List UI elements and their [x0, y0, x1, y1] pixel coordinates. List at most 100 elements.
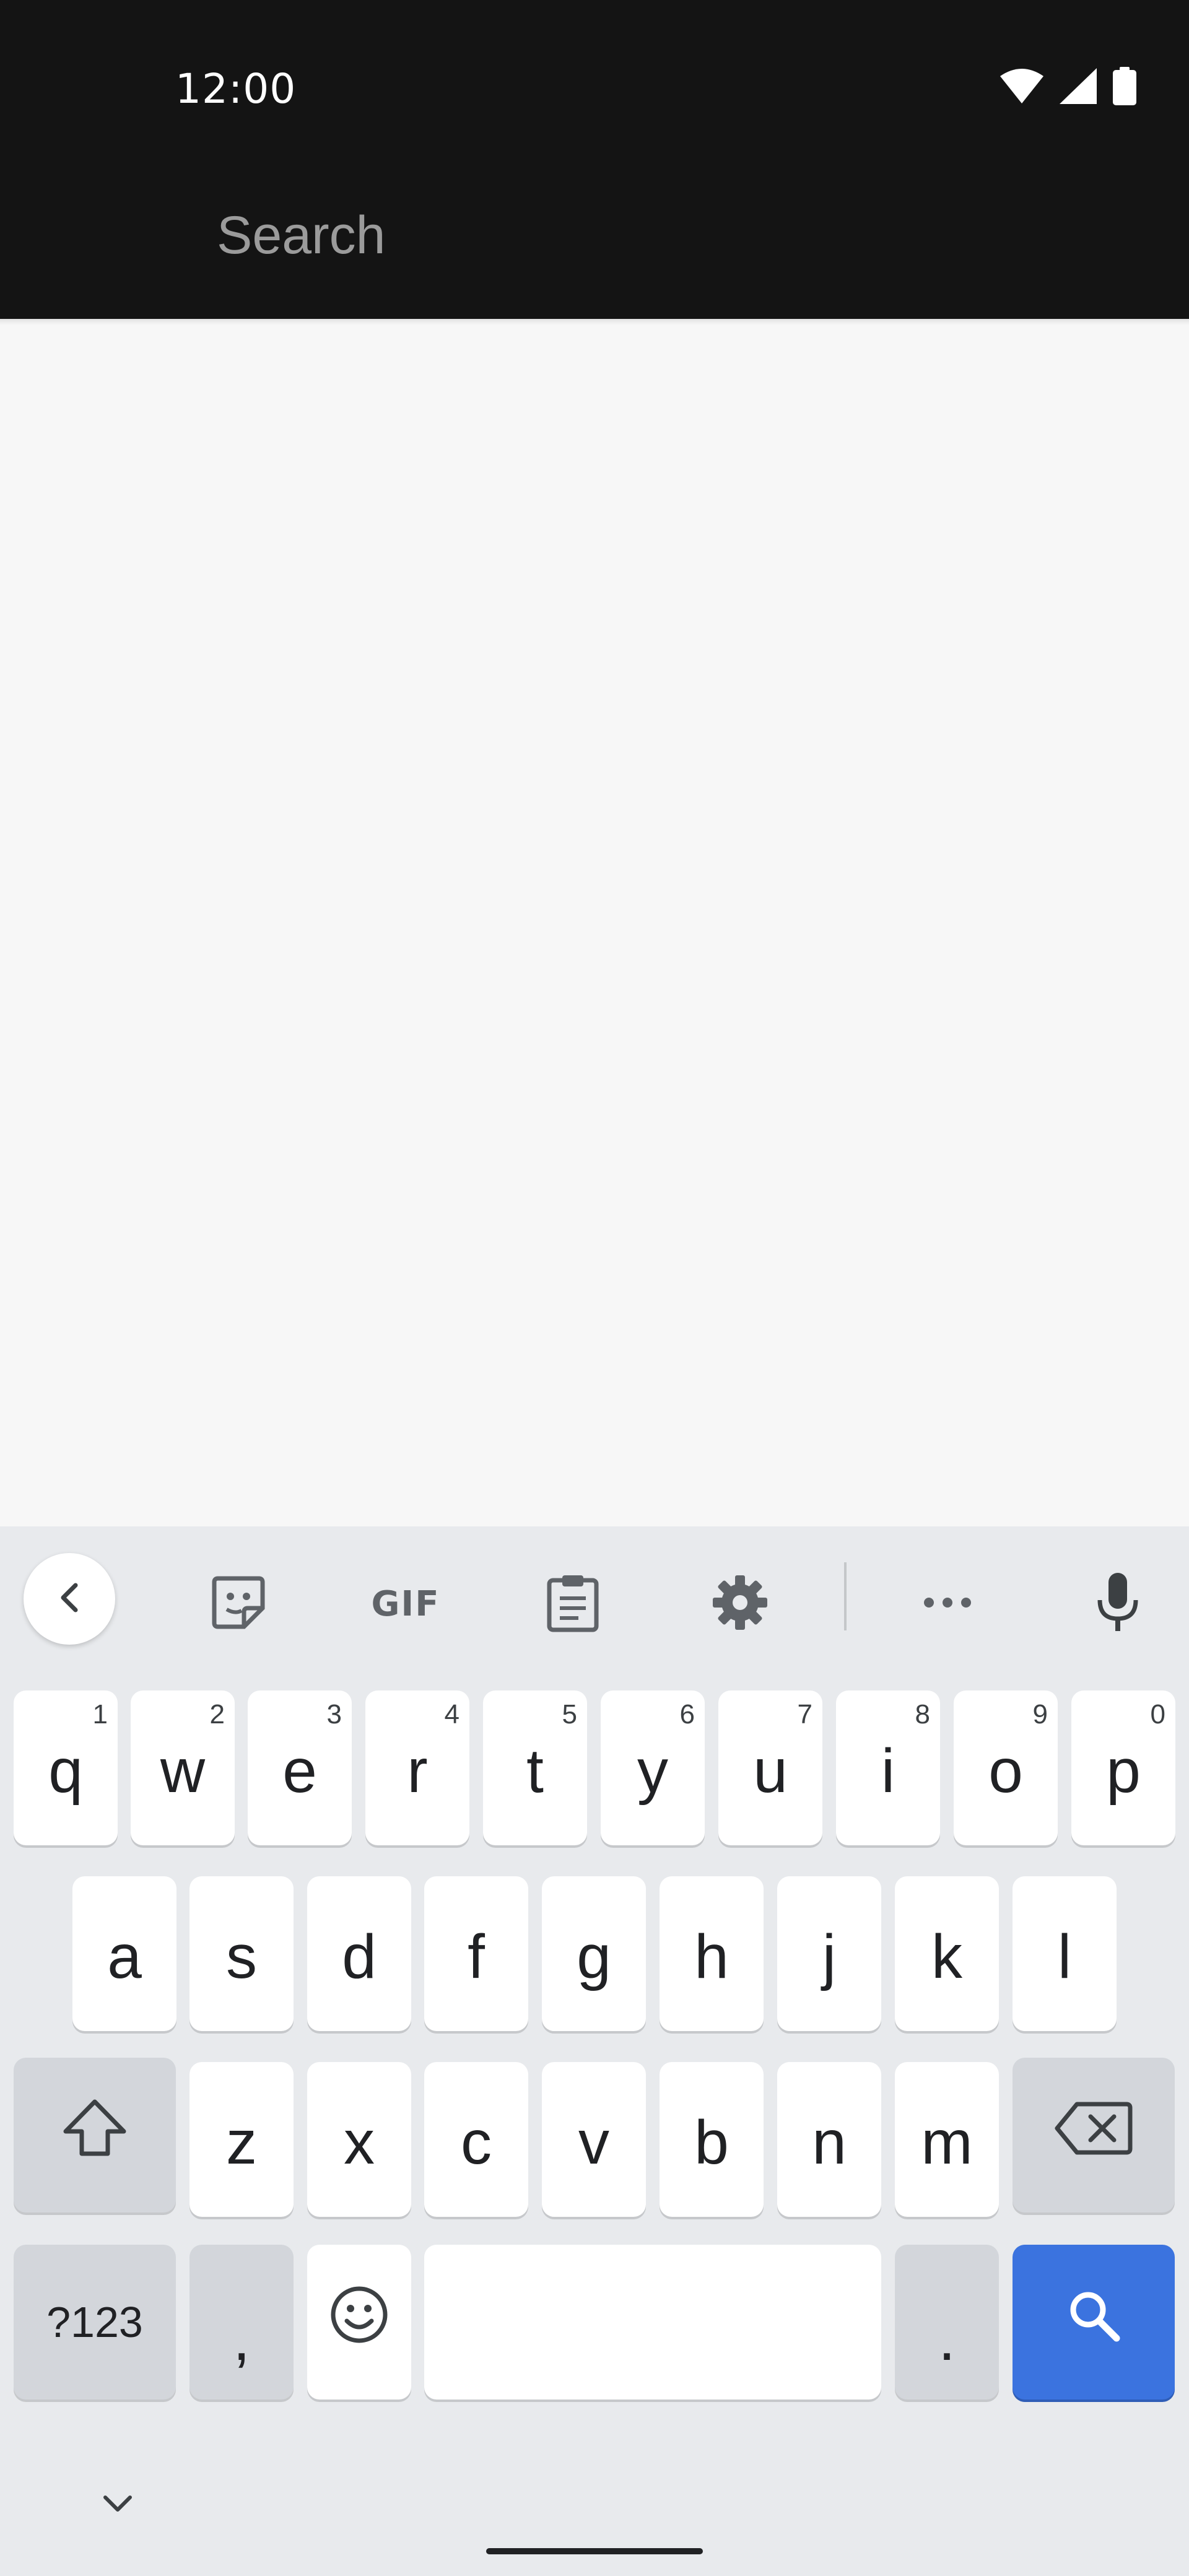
key-c[interactable]: c — [424, 2062, 528, 2217]
key-label: x — [344, 2107, 375, 2177]
key-h[interactable]: h — [660, 1876, 764, 2031]
key-e[interactable]: 3e — [248, 1690, 352, 1845]
key-label: z — [226, 2107, 257, 2177]
key-label: p — [1106, 1736, 1141, 1806]
status-time: 12:00 — [175, 65, 297, 113]
key-r[interactable]: 4r — [365, 1690, 469, 1845]
backspace-key[interactable] — [1013, 2058, 1175, 2213]
key-label: u — [753, 1736, 788, 1806]
key-label: q — [48, 1736, 83, 1806]
key-x[interactable]: x — [307, 2062, 411, 2217]
app-bar: 12:00 — [0, 0, 1189, 319]
key-label: g — [577, 1921, 611, 1991]
key-a[interactable]: a — [72, 1876, 176, 2031]
key-hint: 9 — [1032, 1699, 1048, 1730]
search-icon — [1066, 2287, 1121, 2358]
key-o[interactable]: 9o — [954, 1690, 1058, 1845]
key-hint: 1 — [92, 1699, 108, 1730]
key-g[interactable]: g — [542, 1876, 646, 2031]
key-k[interactable]: k — [895, 1876, 999, 2031]
gear-icon — [712, 1574, 769, 1634]
key-p[interactable]: 0p — [1071, 1690, 1175, 1845]
key-j[interactable]: j — [777, 1876, 881, 2031]
key-m[interactable]: m — [895, 2062, 999, 2217]
results-area — [0, 325, 1189, 1526]
key-u[interactable]: 7u — [718, 1690, 822, 1845]
comma-key[interactable]: , — [189, 2245, 294, 2400]
key-hint: 2 — [209, 1699, 225, 1730]
symbols-key[interactable]: ?123 — [14, 2245, 176, 2400]
key-label: s — [226, 1921, 257, 1991]
key-v[interactable]: v — [542, 2062, 646, 2217]
key-hint: 7 — [797, 1699, 812, 1730]
key-label: f — [468, 1921, 485, 1991]
gif-button[interactable]: GIF — [359, 1557, 452, 1650]
key-z[interactable]: z — [189, 2062, 294, 2217]
key-label: m — [921, 2107, 973, 2177]
toolbar-divider — [844, 1562, 847, 1630]
key-label: , — [233, 2304, 250, 2374]
chevron-left-icon — [51, 1579, 88, 1619]
key-label: i — [881, 1736, 895, 1806]
chevron-down-icon — [99, 2491, 136, 2519]
emoji-key[interactable] — [307, 2245, 411, 2400]
keyboard-toolbar: GIF — [0, 1526, 1189, 1669]
voice-input-button[interactable] — [1071, 1557, 1164, 1650]
period-key[interactable]: . — [895, 2245, 999, 2400]
app-bar-shadow — [0, 319, 1189, 325]
more-button[interactable] — [901, 1557, 994, 1650]
key-label: e — [282, 1736, 317, 1806]
search-key[interactable] — [1013, 2245, 1175, 2400]
key-label: n — [812, 2107, 847, 2177]
status-icons — [1000, 67, 1136, 108]
key-n[interactable]: n — [777, 2062, 881, 2217]
key-hint: 5 — [562, 1699, 577, 1730]
key-label: l — [1057, 1921, 1072, 1991]
wifi-icon — [1000, 69, 1043, 107]
key-label: o — [988, 1736, 1023, 1806]
search-input[interactable] — [217, 198, 1084, 272]
key-y[interactable]: 6y — [601, 1690, 705, 1845]
settings-button[interactable] — [694, 1557, 786, 1650]
key-i[interactable]: 8i — [836, 1690, 940, 1845]
key-label: j — [822, 1921, 837, 1991]
key-s[interactable]: s — [189, 1876, 294, 2031]
key-label: v — [578, 2107, 609, 2177]
key-label: a — [107, 1921, 142, 1991]
key-l[interactable]: l — [1013, 1876, 1117, 2031]
space-key[interactable] — [424, 2245, 881, 2400]
key-hint: 3 — [326, 1699, 342, 1730]
keyboard: GIF 1q 2w 3e 4r 5t 6y 7u 8i 9o 0 p a s d… — [0, 1526, 1189, 2576]
battery-icon — [1113, 67, 1136, 108]
key-label: . — [938, 2304, 956, 2374]
key-hint: 0 — [1150, 1699, 1165, 1730]
key-label: c — [461, 2107, 492, 2177]
hide-keyboard-button[interactable] — [93, 2480, 142, 2530]
more-icon — [923, 1596, 972, 1612]
key-label: k — [931, 1921, 962, 1991]
key-hint: 6 — [679, 1699, 695, 1730]
sticker-button[interactable] — [192, 1557, 285, 1650]
key-label: t — [526, 1736, 544, 1806]
key-t[interactable]: 5t — [483, 1690, 587, 1845]
key-label: y — [637, 1736, 668, 1806]
shift-icon — [61, 2097, 129, 2174]
key-q[interactable]: 1q — [14, 1690, 118, 1845]
shift-key[interactable] — [14, 2058, 176, 2213]
clipboard-icon — [546, 1573, 599, 1635]
key-label: w — [160, 1736, 206, 1806]
keyboard-back-button[interactable] — [24, 1553, 115, 1645]
key-label: d — [342, 1921, 377, 1991]
symbols-label: ?123 — [46, 2298, 143, 2346]
key-b[interactable]: b — [660, 2062, 764, 2217]
key-d[interactable]: d — [307, 1876, 411, 2031]
key-hint: 8 — [915, 1699, 930, 1730]
clipboard-button[interactable] — [526, 1557, 619, 1650]
key-w[interactable]: 2w — [131, 1690, 235, 1845]
microphone-icon — [1095, 1572, 1141, 1637]
backspace-icon — [1053, 2100, 1134, 2171]
key-label: h — [694, 1921, 729, 1991]
cellular-signal-icon — [1060, 68, 1097, 107]
key-f[interactable]: f — [424, 1876, 528, 2031]
gesture-nav-handle[interactable] — [486, 2548, 703, 2554]
